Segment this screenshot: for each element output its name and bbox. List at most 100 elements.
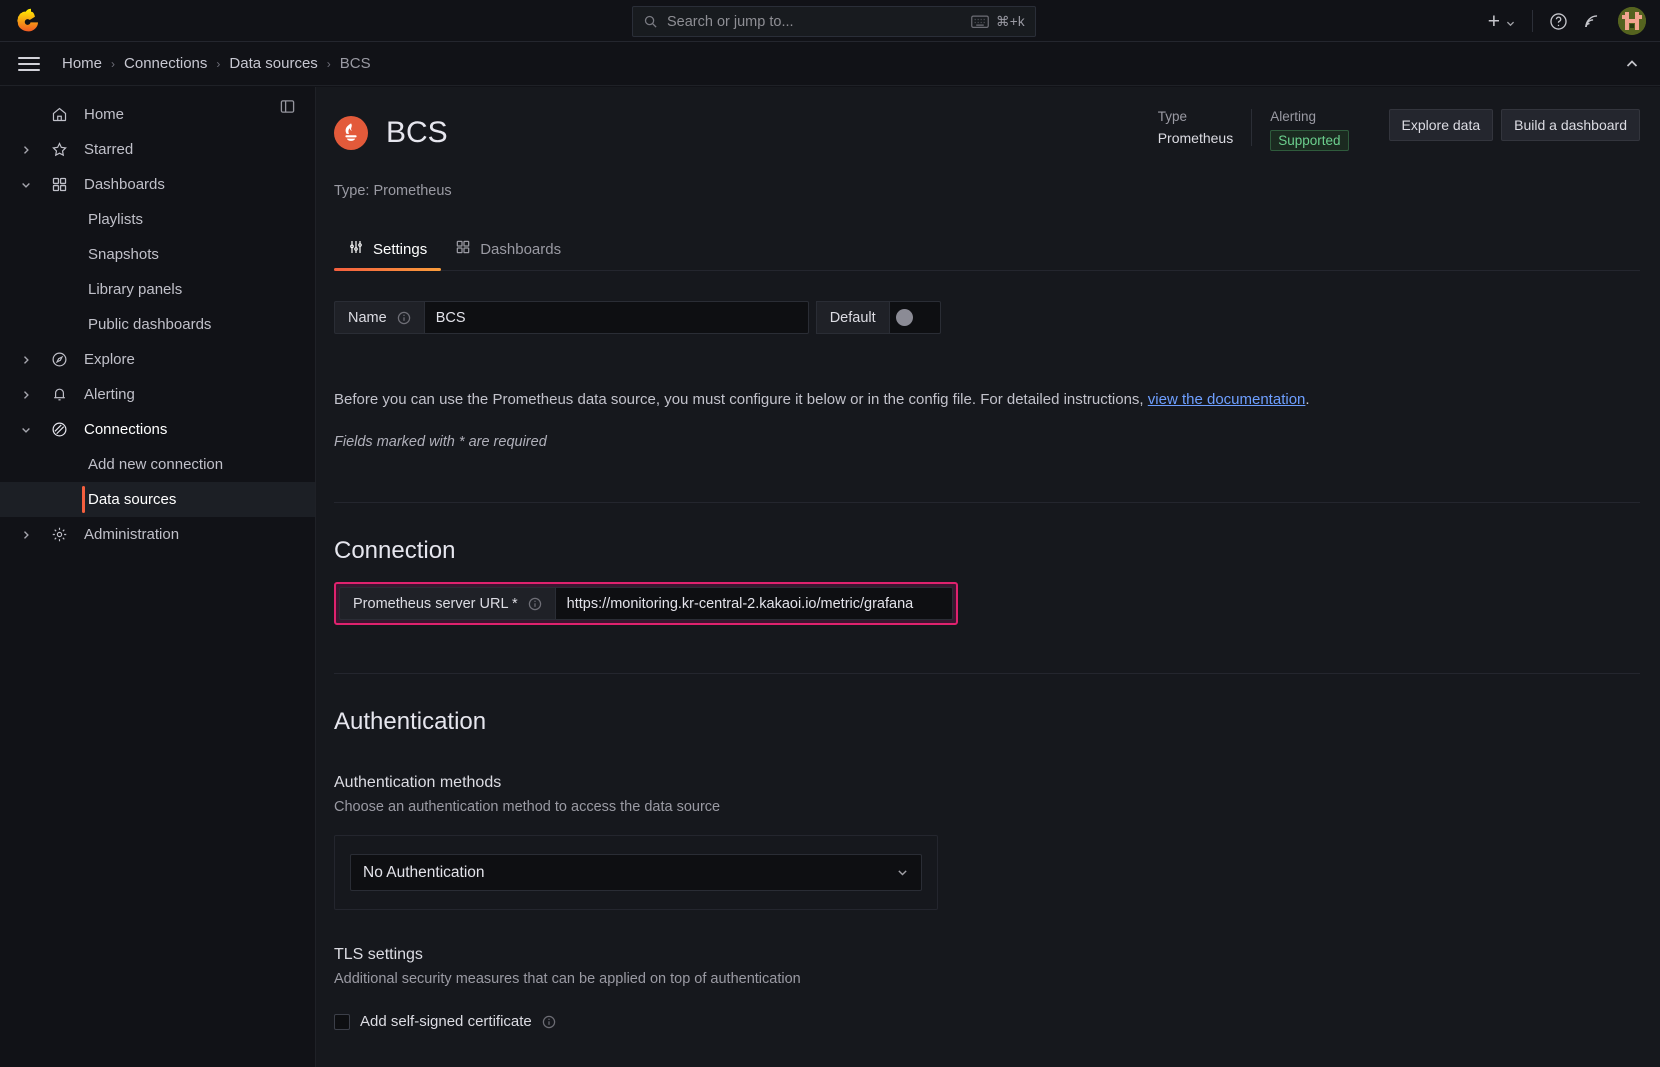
search-input-placeholder[interactable]: Search or jump to... [667, 14, 971, 30]
chevron-right-icon[interactable] [12, 354, 40, 366]
chevron-down-icon[interactable] [12, 179, 40, 191]
sidebar-item-snapshots[interactable]: Snapshots [0, 237, 315, 272]
info-circle-icon[interactable] [542, 1015, 556, 1029]
breadcrumb-bar: Home › Connections › Data sources › BCS [0, 42, 1660, 86]
news-button[interactable] [1575, 6, 1608, 36]
sidebar-item-add-new-connection[interactable]: Add new connection [0, 447, 315, 482]
breadcrumb-item-bcs[interactable]: BCS [340, 55, 371, 72]
datasource-type-line: Type: Prometheus [334, 183, 452, 199]
chevron-right-icon[interactable] [12, 144, 40, 156]
sidebar-item-data-sources[interactable]: Data sources [0, 482, 315, 517]
grafana-logo-icon[interactable] [17, 7, 45, 35]
connections-icon [40, 421, 78, 438]
auth-methods-description: Choose an authentication method to acces… [334, 799, 721, 815]
sidebar-item-library-panels[interactable]: Library panels [0, 272, 315, 307]
keyboard-icon [971, 15, 989, 28]
name-label-text: Name [348, 309, 387, 326]
topbar-actions: + [1481, 0, 1646, 42]
section-divider [334, 502, 1640, 503]
meta-alerting: Alerting Supported [1252, 109, 1366, 151]
meta-type-label: Type [1157, 109, 1187, 124]
topbar-divider [1532, 10, 1533, 32]
self-signed-certificate-row[interactable]: Add self-signed certificate [334, 1013, 1640, 1030]
sidebar-item-label: Snapshots [88, 246, 159, 263]
self-signed-certificate-checkbox[interactable] [334, 1013, 350, 1030]
add-new-button[interactable]: + [1481, 6, 1523, 36]
explore-data-button[interactable]: Explore data [1388, 109, 1494, 141]
build-dashboard-button[interactable]: Build a dashboard [1501, 109, 1640, 141]
chevron-down-icon [1505, 16, 1516, 27]
sidebar-item-label: Library panels [88, 281, 183, 298]
chevron-down-icon [896, 866, 909, 879]
sidebar-item-label: Dashboards [84, 176, 165, 193]
hamburger-menu-icon[interactable] [18, 53, 40, 75]
prometheus-url-input[interactable] [554, 587, 953, 620]
chevron-down-icon[interactable] [12, 424, 40, 436]
sidebar-item-label: Home [84, 106, 125, 123]
section-divider [334, 673, 1640, 674]
default-toggle[interactable] [888, 301, 941, 334]
prometheus-url-highlight: Prometheus server URL * [334, 582, 958, 625]
search-icon [643, 14, 658, 29]
tls-settings-title: TLS settings [334, 946, 423, 963]
prometheus-logo-icon [334, 116, 368, 150]
breadcrumb-item-data-sources[interactable]: Data sources [229, 55, 317, 72]
prometheus-url-label-text: Prometheus server URL * [353, 595, 518, 612]
sidebar-item-label: Explore [84, 351, 135, 368]
chevron-right-icon[interactable] [12, 389, 40, 401]
sidebar-item-label: Alerting [84, 386, 135, 403]
sidebar-item-explore[interactable]: Explore [0, 342, 315, 377]
breadcrumb-item-home[interactable]: Home [62, 55, 102, 72]
prometheus-url-field-row: Prometheus server URL * [339, 587, 953, 620]
sidebar-item-label: Starred [84, 141, 134, 158]
auth-method-panel: No Authentication [334, 835, 938, 910]
help-button[interactable] [1542, 6, 1575, 36]
primary-sidebar: Home Starred Dashboards Playlists Snapsh… [0, 87, 316, 1067]
sidebar-item-label: Add new connection [88, 456, 224, 473]
sidebar-item-administration[interactable]: Administration [0, 517, 315, 552]
sliders-icon [348, 239, 364, 259]
sidebar-item-connections[interactable]: Connections [0, 412, 315, 447]
plus-icon: + [1487, 9, 1500, 33]
breadcrumb-separator: › [111, 56, 116, 71]
tab-settings[interactable]: Settings [334, 229, 442, 271]
main-content: BCS Type: Prometheus Type Prometheus Ale… [316, 87, 1660, 1067]
home-icon [40, 106, 78, 123]
required-fields-note: Fields marked with * are required [334, 434, 547, 450]
name-input[interactable] [423, 301, 809, 334]
chevron-up-icon[interactable] [1624, 56, 1640, 72]
dashboards-grid-icon [455, 239, 471, 259]
info-circle-icon[interactable] [397, 311, 411, 325]
compass-icon [40, 351, 78, 368]
prometheus-url-label: Prometheus server URL * [339, 587, 555, 620]
name-field-label: Name [334, 301, 424, 334]
global-search-bar[interactable]: Search or jump to... ⌘+k [632, 6, 1036, 37]
breadcrumb-item-connections[interactable]: Connections [124, 55, 207, 72]
chevron-right-icon[interactable] [12, 529, 40, 541]
tls-settings-block: TLS settings Additional security measure… [334, 946, 1640, 1030]
name-field-row: Name Default [334, 301, 1640, 334]
auth-method-selected-value: No Authentication [363, 863, 485, 881]
gear-icon [40, 526, 78, 543]
tab-dashboards[interactable]: Dashboards [441, 229, 575, 270]
sidebar-item-dashboards[interactable]: Dashboards [0, 167, 315, 202]
sidebar-item-home[interactable]: Home [0, 97, 315, 132]
info-circle-icon[interactable] [528, 597, 542, 611]
auth-method-select[interactable]: No Authentication [350, 854, 922, 891]
avatar[interactable] [1618, 7, 1646, 35]
connection-heading: Connection [334, 537, 456, 564]
sidebar-item-public-dashboards[interactable]: Public dashboards [0, 307, 315, 342]
self-signed-certificate-label: Add self-signed certificate [360, 1013, 532, 1030]
sidebar-item-label: Connections [84, 421, 168, 438]
settings-tabs: Settings Dashboards [334, 229, 1640, 271]
sidebar-item-playlists[interactable]: Playlists [0, 202, 315, 237]
meta-type-value: Prometheus [1157, 130, 1234, 146]
configure-description: Before you can use the Prometheus data s… [334, 391, 1640, 408]
documentation-link[interactable]: view the documentation [1148, 391, 1306, 408]
sidebar-item-label: Data sources [88, 491, 177, 508]
search-shortcut-hint: ⌘+k [971, 14, 1025, 30]
sidebar-item-alerting[interactable]: Alerting [0, 377, 315, 412]
sidebar-item-starred[interactable]: Starred [0, 132, 315, 167]
search-shortcut-text: ⌘+k [995, 13, 1025, 29]
auth-methods-title: Authentication methods [334, 774, 502, 791]
